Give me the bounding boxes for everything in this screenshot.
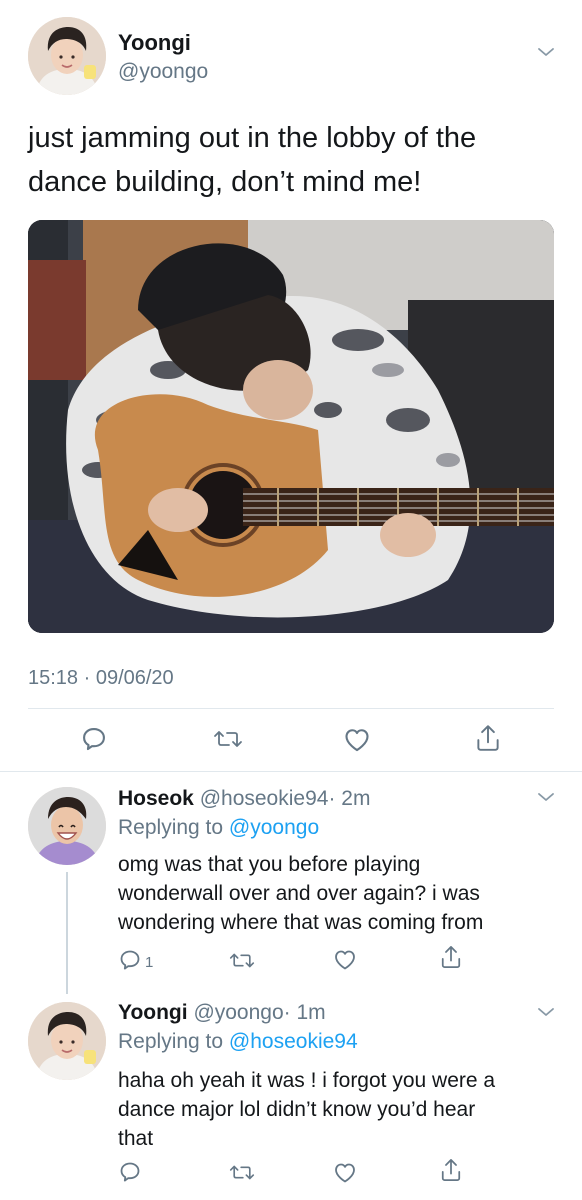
photo-guitar-player — [28, 220, 554, 633]
reply-icon[interactable] — [118, 948, 142, 972]
chevron-down-icon[interactable] — [537, 46, 555, 58]
replying-label: Replying to — [118, 1030, 224, 1053]
reply-count: 1 — [145, 954, 154, 971]
retweet-icon[interactable] — [229, 950, 255, 971]
display-name[interactable]: Yoongi — [118, 30, 191, 56]
reply-text: omg was that you before playing wonderwa… — [118, 850, 483, 937]
avatar[interactable] — [28, 17, 106, 95]
avatar[interactable] — [28, 787, 106, 865]
heart-icon[interactable] — [333, 1161, 357, 1183]
divider — [28, 708, 554, 709]
tweet-text-line: dance building, don’t mind me! — [28, 166, 422, 198]
reply-header: Hoseok @hoseokie94· 2m — [118, 787, 370, 811]
display-name[interactable]: Yoongi — [118, 1001, 188, 1024]
reply-icon[interactable] — [80, 725, 108, 753]
chevron-down-icon[interactable] — [537, 1006, 555, 1018]
reply-icon[interactable] — [118, 1160, 142, 1184]
thread-line — [66, 872, 68, 994]
replying-label: Replying to — [118, 816, 224, 839]
replying-to: Replying to @hoseokie94 — [118, 1030, 358, 1054]
reply-text-line: wonderwall over and over again? i was — [118, 882, 480, 905]
replying-to: Replying to @yoongo — [118, 816, 319, 840]
replying-to-link[interactable]: @hoseokie94 — [229, 1030, 358, 1053]
reply-time: · 2m — [328, 787, 371, 810]
avatar[interactable] — [28, 1002, 106, 1080]
reply-text-line: dance major lol didn’t know you’d hear — [118, 1098, 476, 1121]
tweet-text-line: just jamming out in the lobby of the — [28, 122, 477, 154]
tweet-text: just jamming out in the lobby of the dan… — [28, 116, 476, 204]
reply-header: Yoongi @yoongo· 1m — [118, 1001, 326, 1025]
retweet-icon[interactable] — [229, 1162, 255, 1183]
display-name[interactable]: Hoseok — [118, 787, 194, 810]
divider — [0, 771, 582, 772]
reply-text-line: omg was that you before playing — [118, 853, 421, 876]
share-icon[interactable] — [440, 1157, 462, 1183]
heart-icon[interactable] — [343, 726, 371, 752]
reply-text-line: that — [118, 1127, 154, 1150]
replying-to-link[interactable]: @yoongo — [229, 816, 319, 839]
chevron-down-icon[interactable] — [537, 791, 555, 803]
handle[interactable]: @yoongo — [118, 60, 208, 84]
reply-text-line: haha oh yeah it was ! i forgot you were … — [118, 1069, 496, 1092]
tweet-timestamp[interactable]: 15:18 · 09/06/20 — [28, 667, 174, 690]
retweet-icon[interactable] — [213, 727, 243, 751]
handle[interactable]: @yoongo — [193, 1001, 283, 1024]
reply-text-line: wondering where that was coming from — [118, 911, 484, 934]
reply-text: haha oh yeah it was ! i forgot you were … — [118, 1066, 495, 1153]
tweet-photo[interactable] — [28, 220, 554, 633]
heart-icon[interactable] — [333, 948, 357, 970]
share-icon[interactable] — [440, 944, 462, 970]
handle[interactable]: @hoseokie94 — [200, 787, 329, 810]
reply-time: · 1m — [283, 1001, 326, 1024]
share-icon[interactable] — [475, 723, 501, 753]
